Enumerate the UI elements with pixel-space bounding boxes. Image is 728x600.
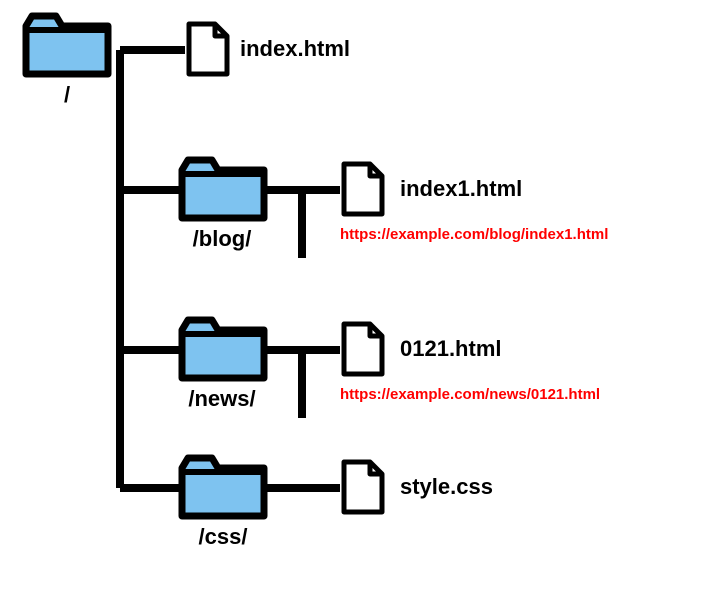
file-index1-url: https://example.com/blog/index1.html xyxy=(340,226,608,243)
css-folder-label: /css/ xyxy=(198,524,248,550)
news-folder-label: /news/ xyxy=(186,386,258,412)
file-index xyxy=(185,20,231,83)
blog-folder xyxy=(178,152,268,229)
file-icon xyxy=(185,20,231,78)
folder-icon xyxy=(22,8,112,80)
file-0121-url: https://example.com/news/0121.html xyxy=(340,386,600,403)
file-stylecss-label: style.css xyxy=(400,474,493,500)
file-0121-label: 0121.html xyxy=(400,336,502,362)
file-index-label: index.html xyxy=(240,36,350,62)
folder-icon xyxy=(178,450,268,522)
folder-icon xyxy=(178,312,268,384)
file-index1-label: index1.html xyxy=(400,176,522,202)
file-index1 xyxy=(340,160,386,223)
folder-icon xyxy=(178,152,268,224)
file-icon xyxy=(340,458,386,516)
file-0121 xyxy=(340,320,386,383)
blog-folder-label: /blog/ xyxy=(192,226,252,252)
root-folder-label: / xyxy=(52,82,82,108)
news-folder xyxy=(178,312,268,389)
root-folder xyxy=(22,8,112,85)
file-stylecss xyxy=(340,458,386,521)
file-icon xyxy=(340,320,386,378)
file-icon xyxy=(340,160,386,218)
css-folder xyxy=(178,450,268,527)
